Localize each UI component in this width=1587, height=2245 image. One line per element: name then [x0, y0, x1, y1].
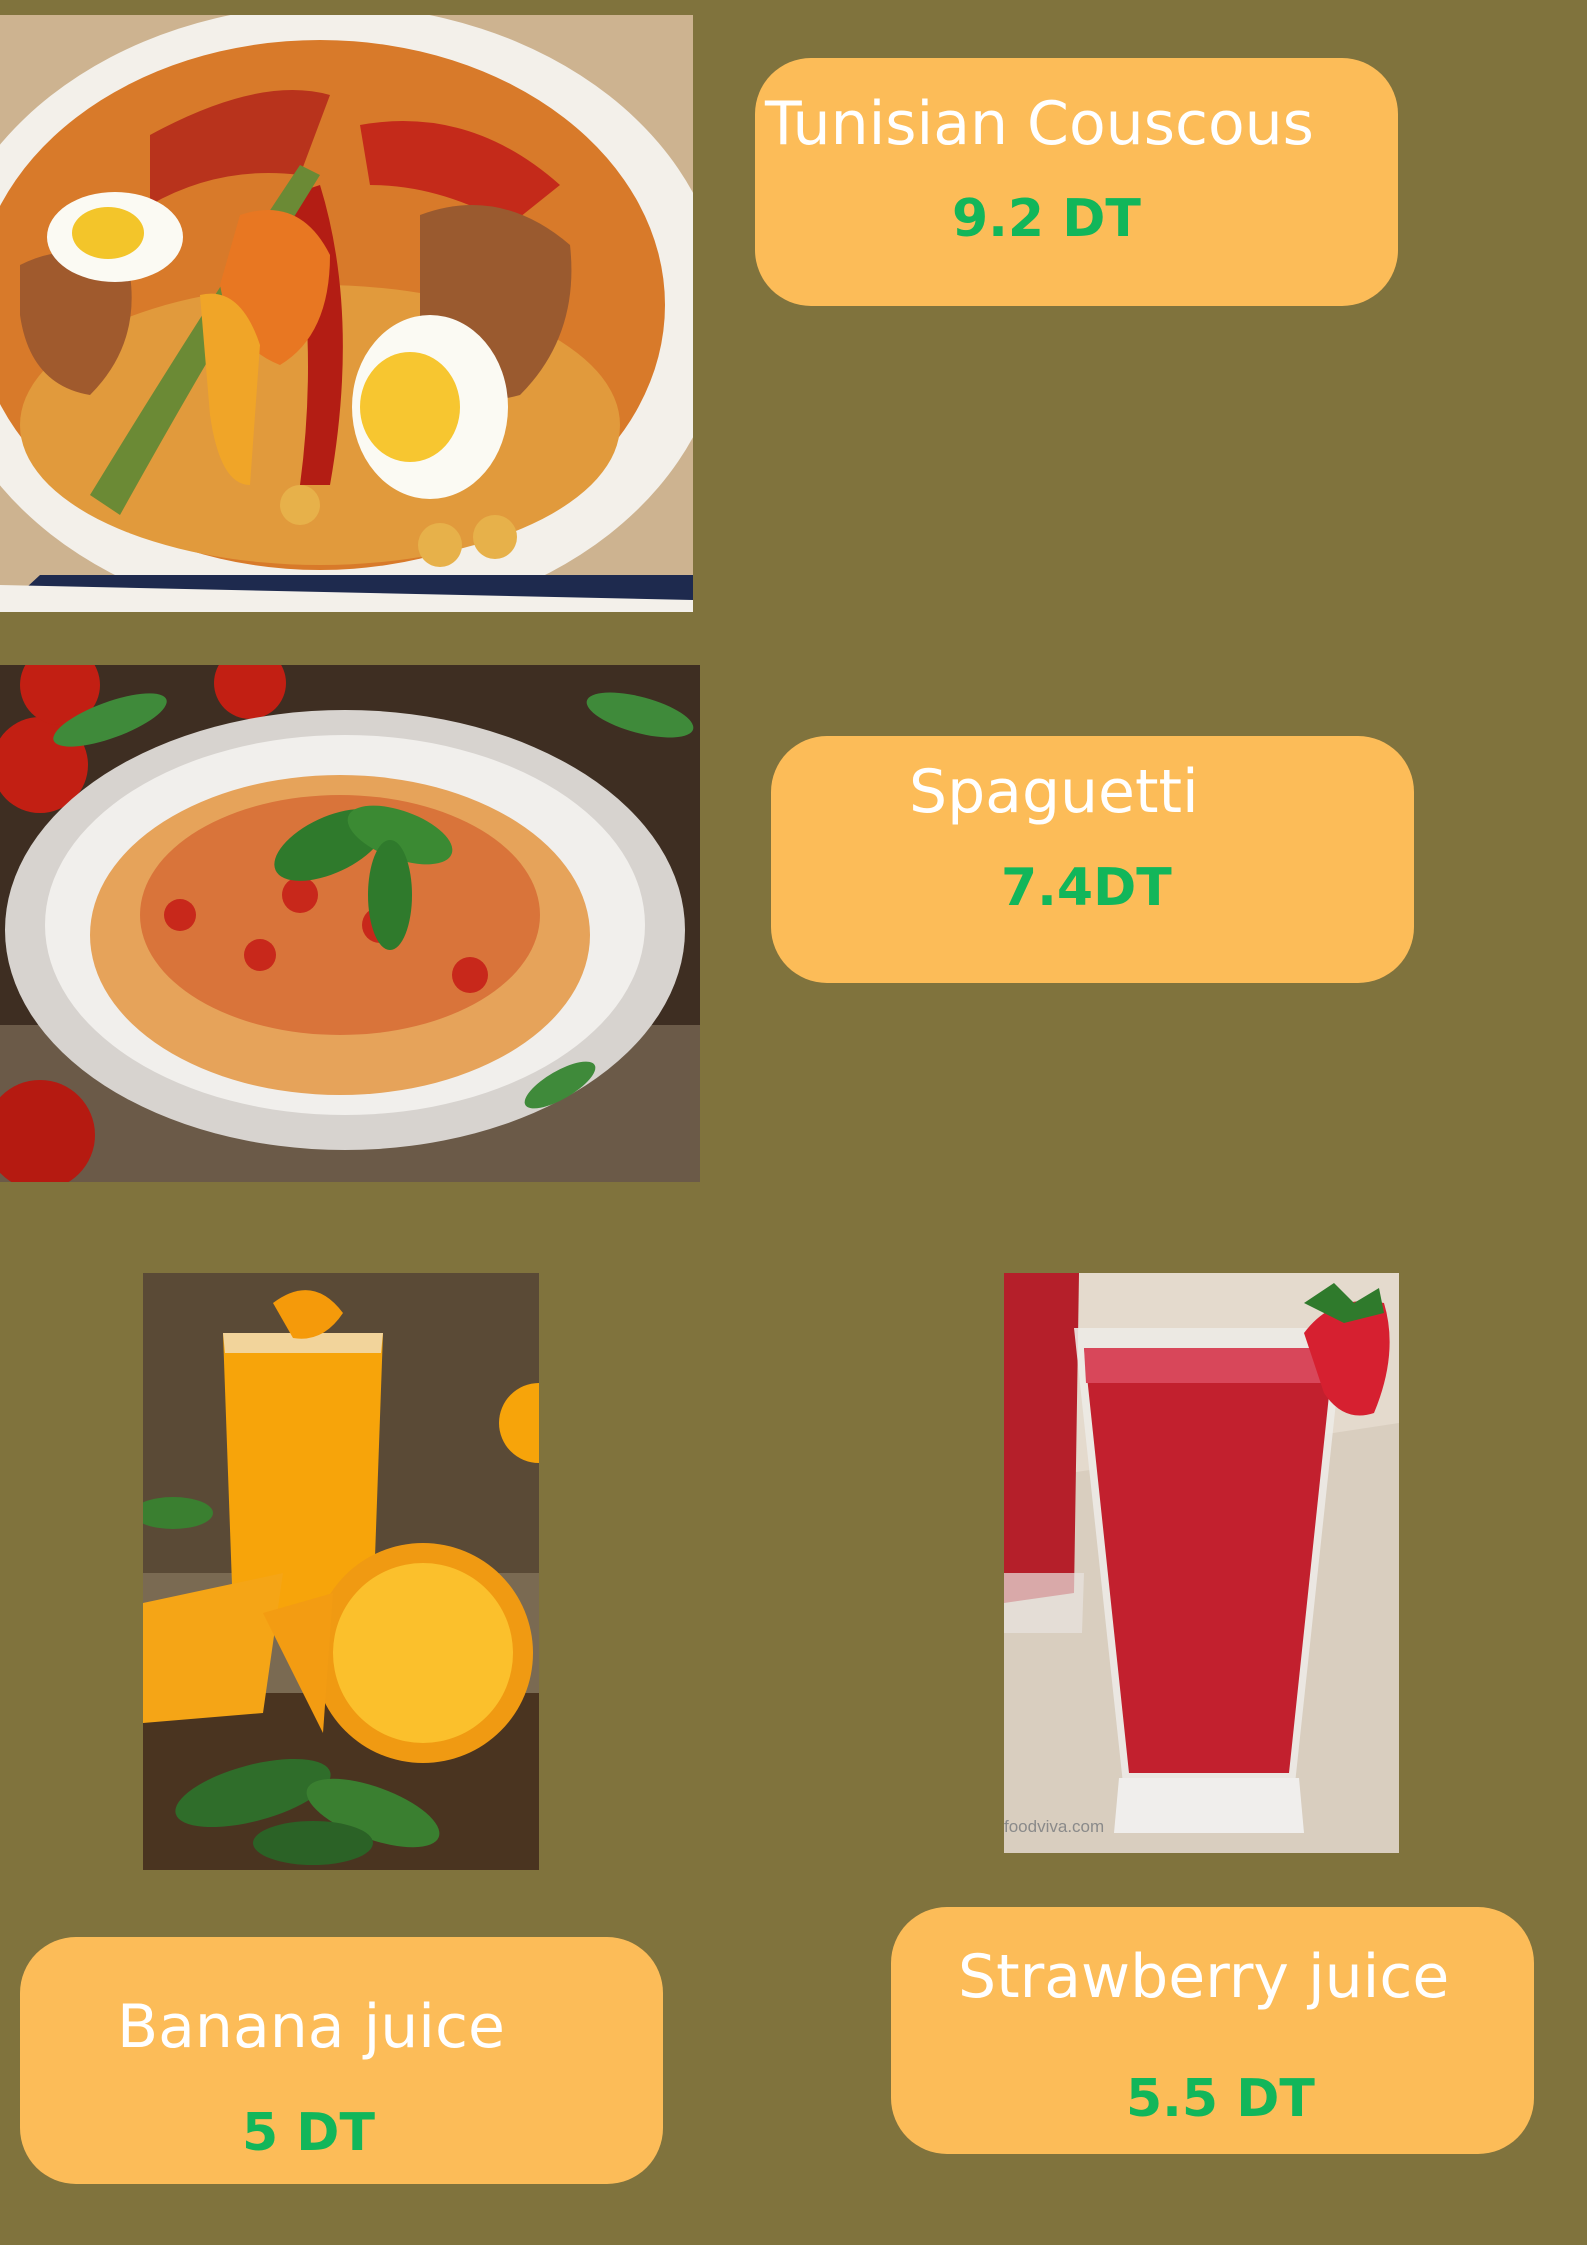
menu-card-banana-juice: Banana juice 5 DT — [20, 1937, 663, 2184]
strawberry-juice-photo: foodviva.com — [1004, 1273, 1399, 1853]
menu-card-strawberry-juice: Strawberry juice 5.5 DT — [891, 1907, 1534, 2154]
menu-card-spaghetti: Spaguetti 7.4DT — [771, 736, 1414, 983]
item-price: 5 DT — [242, 2103, 375, 2163]
couscous-photo — [0, 15, 693, 612]
item-name: Tunisian Couscous — [765, 89, 1314, 159]
item-name: Spaguetti — [909, 757, 1199, 827]
item-price: 9.2 DT — [952, 189, 1141, 249]
spaghetti-photo — [0, 665, 700, 1182]
orange-juice-photo — [143, 1273, 539, 1870]
item-price: 5.5 DT — [1126, 2069, 1315, 2129]
item-price: 7.4DT — [1001, 858, 1172, 918]
watermark: foodviva.com — [1004, 1817, 1105, 1836]
item-name: Strawberry juice — [958, 1942, 1450, 2012]
menu-card-couscous: Tunisian Couscous 9.2 DT — [755, 58, 1398, 306]
item-name: Banana juice — [117, 1992, 505, 2062]
